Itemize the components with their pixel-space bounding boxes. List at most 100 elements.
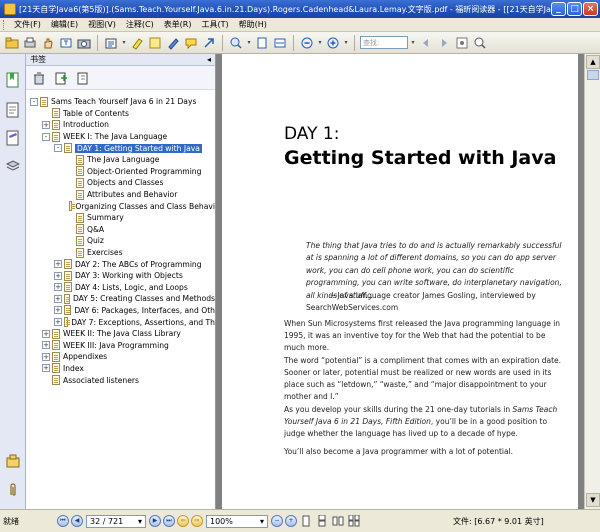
bookmark-item[interactable]: + Appendixes xyxy=(26,351,215,363)
bookmark-item[interactable]: + DAY 4: Lists, Logic, and Loops xyxy=(26,282,215,294)
expand-node-icon[interactable]: + xyxy=(42,120,50,129)
bookmark-item[interactable]: + DAY 3: Working with Objects xyxy=(26,270,215,282)
bookmarks-panel-icon[interactable] xyxy=(6,72,20,88)
zoom-in-status-icon[interactable]: + xyxy=(285,515,297,527)
bookmark-item[interactable]: + DAY 2: The ABCs of Programming xyxy=(26,258,215,270)
search-prev-icon[interactable] xyxy=(418,35,434,51)
collapse-node-icon[interactable]: - xyxy=(42,132,50,141)
menu-tools[interactable]: 工具(T) xyxy=(197,19,234,30)
expand-node-icon[interactable]: + xyxy=(42,352,50,361)
bookmark-item[interactable]: + DAY 6: Packages, Interfaces, and Oth xyxy=(26,305,215,317)
bookmark-item[interactable]: Quiz xyxy=(26,235,215,247)
page-dropdown-icon[interactable]: ▾ xyxy=(138,517,142,526)
scroll-up-icon[interactable]: ▲ xyxy=(586,55,600,69)
menu-edit[interactable]: 编辑(E) xyxy=(46,19,83,30)
bookmark-item[interactable]: Object-Oriented Programming xyxy=(26,166,215,178)
select-text-icon[interactable] xyxy=(58,35,74,51)
snapshot-icon[interactable] xyxy=(76,35,92,51)
bookmark-item[interactable]: + Introduction xyxy=(26,119,215,131)
zoom-out-dropdown-icon[interactable]: ▾ xyxy=(317,39,323,46)
bookmark-item[interactable]: Attributes and Behavior xyxy=(26,189,215,201)
first-page-icon[interactable]: ⏮ xyxy=(57,515,69,527)
bookmark-item[interactable]: + WEEK III: Java Programming xyxy=(26,339,215,351)
menu-file[interactable]: 文件(F) xyxy=(9,19,46,30)
zoom-icon[interactable] xyxy=(228,35,244,51)
pages-panel-icon[interactable] xyxy=(6,102,20,118)
expand-node-icon[interactable]: + xyxy=(42,364,50,373)
expand-node-icon[interactable]: + xyxy=(42,341,50,350)
bookmark-item[interactable]: + Index xyxy=(26,363,215,375)
bookmark-item[interactable]: Organizing Classes and Class Behavi xyxy=(26,200,215,212)
bookmark-item[interactable]: - DAY 1: Getting Started with Java xyxy=(26,142,215,154)
open-icon[interactable] xyxy=(4,35,20,51)
expand-bookmark-icon[interactable] xyxy=(75,70,91,86)
note-icon[interactable] xyxy=(147,35,163,51)
print-icon[interactable] xyxy=(22,35,38,51)
scroll-thumb[interactable] xyxy=(587,70,599,80)
zoom-in-dropdown-icon[interactable]: ▾ xyxy=(343,39,349,46)
bookmark-item[interactable]: The Java Language xyxy=(26,154,215,166)
expand-node-icon[interactable]: + xyxy=(42,329,50,338)
maximize-button[interactable]: □ xyxy=(567,2,582,16)
zoom-select-icon[interactable]: ▾ xyxy=(260,517,264,526)
expand-node-icon[interactable]: + xyxy=(54,260,62,269)
search-next-icon[interactable] xyxy=(436,35,452,51)
bookmark-item[interactable]: - Sams Teach Yourself Java 6 in 21 Days xyxy=(26,96,215,108)
menu-view[interactable]: 视图(V) xyxy=(83,19,121,30)
scroll-down-icon[interactable]: ▼ xyxy=(586,493,600,507)
bookmark-item[interactable]: - WEEK I: The Java Language xyxy=(26,131,215,143)
prev-page-icon[interactable]: ◀ xyxy=(71,515,83,527)
bookmark-item[interactable]: Table of Contents xyxy=(26,108,215,120)
expand-node-icon[interactable]: + xyxy=(54,306,62,315)
delete-bookmark-icon[interactable] xyxy=(31,70,47,86)
search-dropdown-icon[interactable]: ▾ xyxy=(410,39,416,46)
highlight-icon[interactable] xyxy=(129,35,145,51)
layers-panel-icon[interactable] xyxy=(5,158,21,174)
minimize-button[interactable]: _ xyxy=(551,2,566,16)
close-button[interactable]: × xyxy=(583,2,598,16)
comment-icon[interactable] xyxy=(183,35,199,51)
bookmark-item[interactable]: Exercises xyxy=(26,247,215,259)
continuous-page-icon[interactable] xyxy=(314,513,330,529)
advanced-search-icon[interactable] xyxy=(472,35,488,51)
typewriter-icon[interactable] xyxy=(103,35,119,51)
menu-help[interactable]: 帮助(H) xyxy=(234,19,272,30)
single-page-icon[interactable] xyxy=(298,513,314,529)
expand-node-icon[interactable]: + xyxy=(54,271,62,280)
zoom-field[interactable]: 100% ▾ xyxy=(206,514,268,528)
fit-page-icon[interactable] xyxy=(254,35,270,51)
menu-comment[interactable]: 注释(C) xyxy=(121,19,159,30)
bookmark-item[interactable]: + DAY 7: Exceptions, Assertions, and Th xyxy=(26,316,215,328)
next-page-icon[interactable]: ▶ xyxy=(149,515,161,527)
zoom-dropdown-icon[interactable]: ▾ xyxy=(246,39,252,46)
go-back-icon[interactable]: ⇦ xyxy=(177,515,189,527)
zoom-out-icon[interactable] xyxy=(299,35,315,51)
zoom-in-icon[interactable] xyxy=(325,35,341,51)
hand-icon[interactable] xyxy=(40,35,56,51)
collapse-node-icon[interactable]: - xyxy=(30,97,38,106)
vertical-scrollbar[interactable]: ▲ ▼ xyxy=(584,54,600,509)
collapse-node-icon[interactable]: - xyxy=(54,144,62,153)
expand-node-icon[interactable]: + xyxy=(54,283,62,292)
pencil-icon[interactable] xyxy=(165,35,181,51)
zoom-out-status-icon[interactable]: − xyxy=(271,515,283,527)
go-forward-icon[interactable]: ⇨ xyxy=(191,515,203,527)
bookmark-item[interactable]: + WEEK II: The Java Class Library xyxy=(26,328,215,340)
collapse-panel-icon[interactable]: ◂ xyxy=(207,55,211,64)
typewriter-dropdown-icon[interactable]: ▾ xyxy=(121,39,127,46)
paperclip-icon[interactable] xyxy=(6,482,20,498)
fit-width-icon[interactable] xyxy=(272,35,288,51)
comments-panel-icon[interactable] xyxy=(6,130,20,146)
continuous-facing-icon[interactable] xyxy=(346,513,362,529)
page-number-field[interactable]: 32 / 721 ▾ xyxy=(86,514,146,528)
bookmark-item[interactable]: Associated listeners xyxy=(26,374,215,386)
expand-node-icon[interactable]: + xyxy=(54,294,62,303)
bookmark-item[interactable]: Q&A xyxy=(26,224,215,236)
search-input[interactable]: 查找: xyxy=(360,36,408,49)
bookmark-item[interactable]: Objects and Classes xyxy=(26,177,215,189)
search-options-icon[interactable] xyxy=(454,35,470,51)
menu-form[interactable]: 表单(R) xyxy=(159,19,197,30)
facing-page-icon[interactable] xyxy=(330,513,346,529)
attachments-panel-icon[interactable] xyxy=(6,454,20,470)
bookmark-item[interactable]: + DAY 5: Creating Classes and Methods xyxy=(26,293,215,305)
